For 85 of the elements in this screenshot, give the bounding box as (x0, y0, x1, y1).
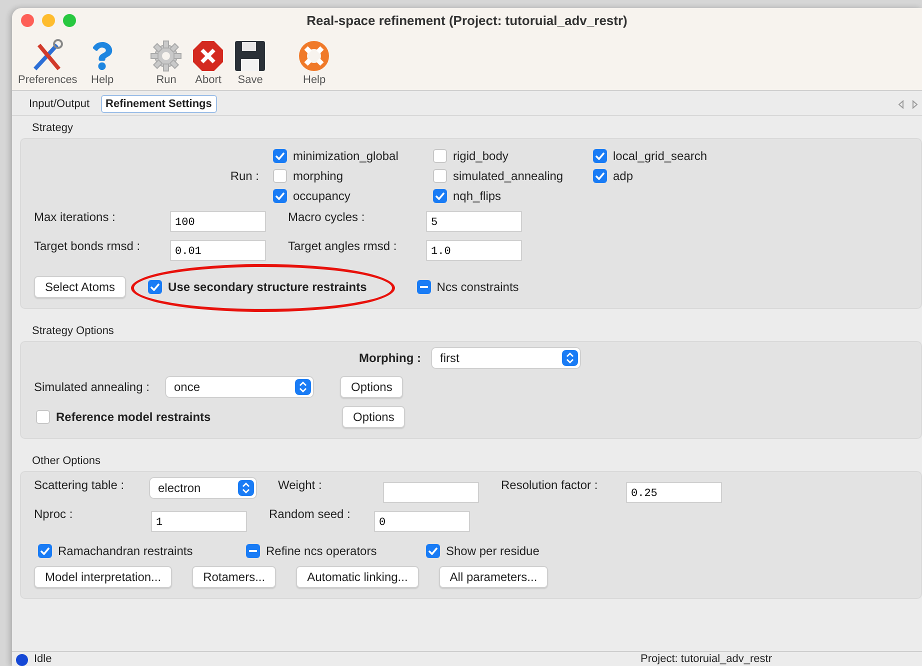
scroll-right-icon[interactable] (912, 100, 918, 108)
options-button[interactable]: Options (342, 406, 406, 428)
dropdown[interactable]: first (432, 348, 580, 368)
checkbox-label: adp (613, 169, 634, 183)
close-button[interactable] (21, 14, 34, 26)
settings-icon (150, 40, 182, 72)
dropdown[interactable]: electron (150, 478, 256, 498)
field-label: Target angles rmsd : (288, 238, 398, 253)
checkbox-label: local_grid_search (613, 149, 708, 163)
input-field[interactable] (383, 482, 479, 503)
checkbox-label: Ramachandran restraints (58, 544, 193, 558)
select-atoms-button[interactable]: Select Atoms (34, 276, 126, 298)
dialog-button[interactable]: Rotamers... (192, 566, 276, 588)
checkbox[interactable] (273, 169, 287, 183)
field-label: Random seed : (269, 507, 352, 521)
input-field[interactable]: 5 (426, 211, 522, 232)
checkbox[interactable] (416, 280, 431, 294)
checkbox-label: simulated_annealing (453, 169, 564, 183)
field-label: Weight : (278, 478, 323, 492)
checkbox-label: Show per residue (446, 544, 540, 558)
field-label: Scattering table : (34, 478, 126, 492)
input-field[interactable]: 0.25 (626, 482, 722, 503)
scroll-left-icon[interactable] (898, 100, 904, 108)
checkbox[interactable] (36, 410, 50, 424)
zoom-button[interactable] (63, 14, 76, 26)
stepper-icon (238, 480, 254, 496)
field-label: Morphing : (359, 351, 422, 365)
tab[interactable]: Input/Output (24, 95, 95, 113)
group-title: Strategy Options (32, 325, 115, 337)
checkbox[interactable] (273, 149, 287, 163)
field-label: Nproc : (34, 507, 74, 521)
toolbar-button[interactable]: Save (231, 38, 270, 86)
checkbox[interactable] (38, 544, 52, 558)
toolbar-button[interactable]: Help (295, 38, 334, 86)
field-label: Macro cycles : (288, 209, 366, 224)
window-title: Real-space refinement (Project: tutoruial_adv_restr) (306, 13, 628, 28)
stepper-icon (295, 379, 311, 395)
field-label: Resolution factor : (501, 478, 599, 492)
tab[interactable]: Refinement Settings (100, 95, 217, 113)
dropdown[interactable]: once (166, 377, 313, 397)
checkbox-label: Refine ncs operators (266, 544, 377, 558)
dialog-button[interactable]: All parameters... (438, 566, 548, 588)
field-label: Max iterations : (34, 209, 116, 224)
checkbox-label: Reference model restraints (56, 410, 211, 424)
checkbox[interactable] (433, 169, 447, 183)
toolbar-button[interactable]: Preferences (16, 38, 80, 86)
checkbox-label: occupancy (293, 189, 350, 203)
stepper-icon (562, 350, 578, 366)
input-field[interactable]: 1.0 (426, 240, 522, 261)
project-text: Project: tutoruial_adv_restr (640, 652, 772, 666)
run-label: Run : (229, 169, 260, 183)
checkbox[interactable] (426, 544, 440, 558)
dialog-button[interactable]: Model interpretation... (34, 566, 172, 588)
checkbox[interactable] (246, 544, 260, 558)
input-field[interactable]: 0 (374, 511, 470, 532)
group-title: Strategy (32, 122, 74, 134)
checkbox[interactable] (433, 149, 447, 163)
checkbox-label: nqh_flips (453, 189, 502, 203)
checkbox[interactable] (593, 169, 607, 183)
checkbox-label: minimization_global (293, 149, 398, 163)
lifebuoy-icon (298, 40, 330, 72)
checkbox[interactable] (273, 189, 287, 203)
toolbar-button[interactable]: Run (147, 38, 186, 86)
input-field[interactable]: 100 (170, 211, 266, 232)
checkbox[interactable] (148, 280, 162, 294)
group-title: Other Options (32, 455, 102, 467)
tools-icon (30, 39, 65, 73)
checkbox[interactable] (593, 149, 607, 163)
dialog-button[interactable]: Automatic linking... (296, 566, 419, 588)
checkbox-label: morphing (293, 169, 344, 183)
checkbox-label: rigid_body (453, 149, 508, 163)
toolbar-button[interactable]: Abort (189, 38, 228, 86)
save-icon (234, 40, 266, 72)
toolbar-button[interactable]: Help (83, 38, 122, 86)
checkbox-label: Use secondary structure restraints (168, 280, 367, 294)
input-field[interactable]: 0.01 (170, 240, 266, 261)
options-button[interactable]: Options (340, 376, 404, 398)
field-label: Target bonds rmsd : (34, 238, 142, 253)
checkbox[interactable] (433, 189, 447, 203)
status-text: Idle (34, 652, 52, 666)
field-label: Simulated annealing : (34, 380, 150, 394)
stop-icon (192, 40, 224, 72)
input-field[interactable]: 1 (151, 511, 247, 532)
checkbox-label: Ncs constraints (436, 280, 519, 294)
status-dot (16, 654, 28, 666)
